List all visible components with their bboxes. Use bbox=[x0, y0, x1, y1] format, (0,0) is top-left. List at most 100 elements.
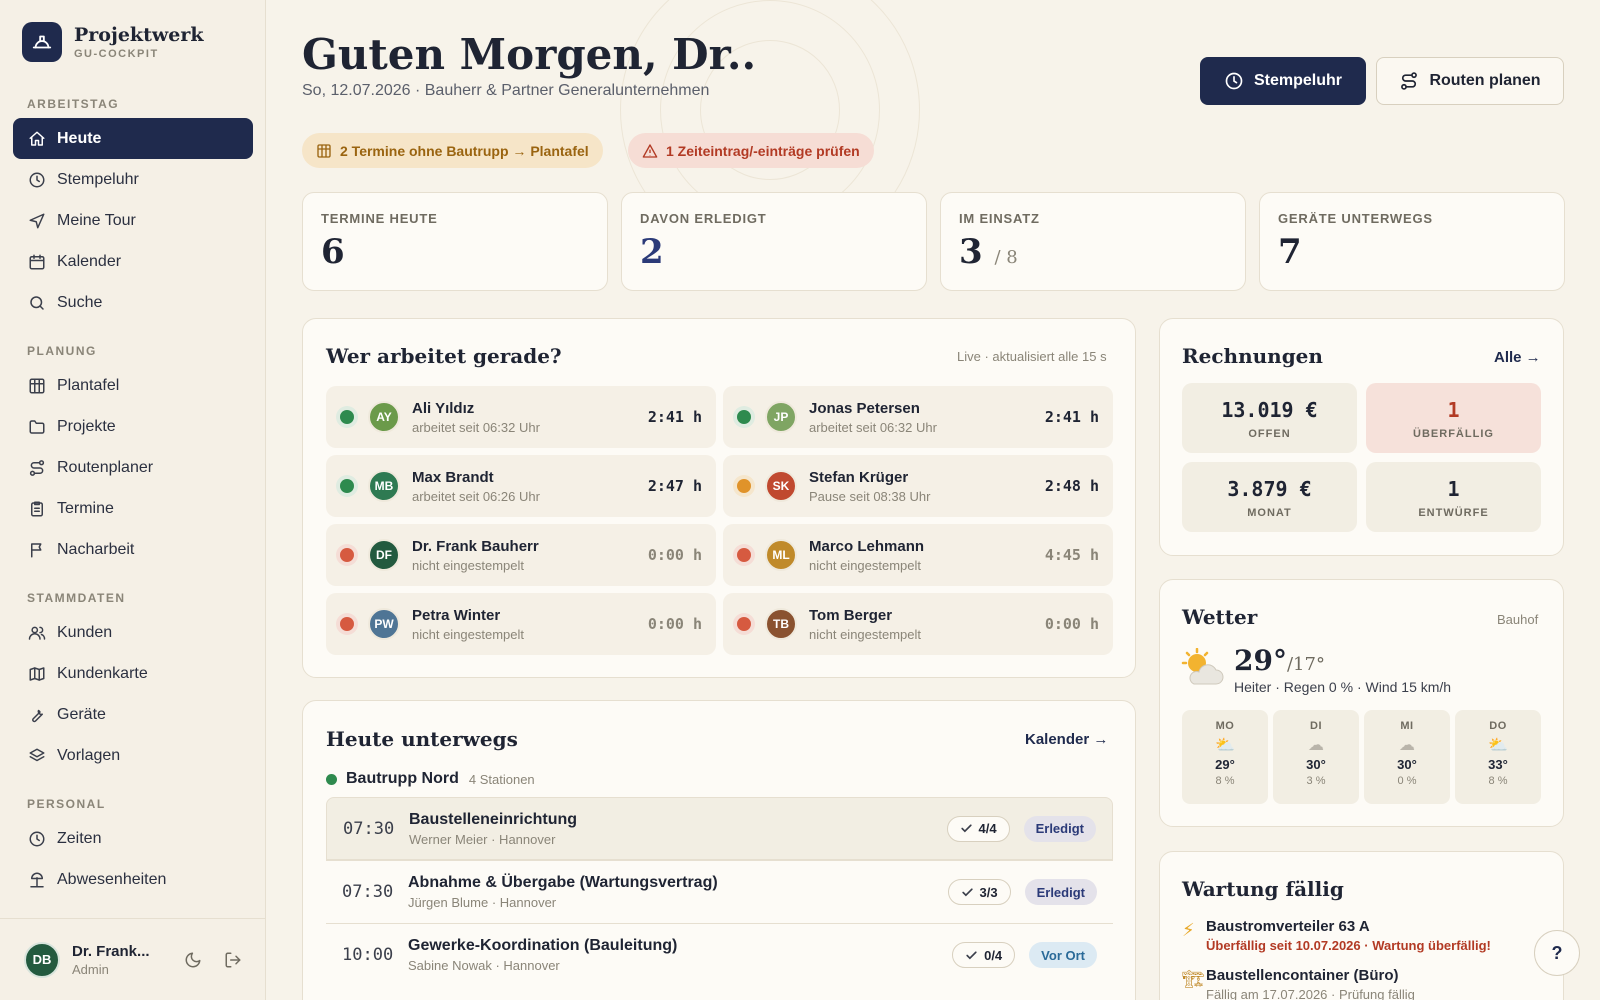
route-stop-row[interactable]: 07:30 Baustelleneinrichtung Werner Meier ·… bbox=[326, 797, 1113, 860]
worker-row[interactable]: TB Tom Berger nicht eingestempelt 0:00 h bbox=[723, 593, 1113, 655]
weather-icon: ☁ bbox=[1399, 737, 1415, 754]
sidebar-item-kundenkarte[interactable]: Kundenkarte bbox=[13, 653, 253, 694]
invoice-drafts[interactable]: 1 ENTWÜRFE bbox=[1366, 462, 1541, 532]
worker-row[interactable]: ML Marco Lehmann nicht eingestempelt 4:45 h bbox=[723, 524, 1113, 586]
sidebar-nav: ARBEITSTAG Heute Stempeluhr Meine Tour Kalen… bbox=[13, 90, 253, 900]
weather-title: Wetter bbox=[1182, 605, 1258, 629]
warning-icon bbox=[642, 143, 658, 158]
forecast-temp: 33° bbox=[1488, 757, 1508, 772]
sidebar-item-label: Abwesenheiten bbox=[57, 870, 167, 888]
forecast-temp: 30° bbox=[1397, 757, 1417, 772]
stop-customer: Jürgen Blume · Hannover bbox=[408, 895, 557, 910]
sidebar-item-meine-tour[interactable]: Meine Tour bbox=[13, 200, 253, 241]
workers-title: Wer arbeitet gerade? bbox=[326, 344, 562, 368]
map-icon bbox=[27, 664, 47, 684]
status-dot bbox=[340, 410, 354, 424]
sidebar-item-kunden[interactable]: Kunden bbox=[13, 612, 253, 653]
sidebar-item-vorlagen[interactable]: Vorlagen bbox=[13, 735, 253, 776]
user-name: Dr. Frank... bbox=[72, 942, 150, 960]
stop-customer: Werner Meier · Hannover bbox=[409, 831, 556, 847]
weather-location: Bauhof bbox=[1497, 612, 1539, 627]
sidebar-item-kalender[interactable]: Kalender bbox=[13, 241, 253, 282]
checklist-pill[interactable]: 0/4 bbox=[952, 942, 1016, 968]
worker-row[interactable]: PW Petra Winter nicht eingestempelt 0:00 h bbox=[326, 593, 716, 655]
worker-row[interactable]: MB Max Brandt arbeitet seit 06:26 Uhr 2:47 … bbox=[326, 455, 716, 517]
invoice-open[interactable]: 13.019 € OFFEN bbox=[1182, 383, 1357, 453]
alert-unassigned-pill[interactable]: 2 Termine ohne Bautrupp → Plantafel bbox=[302, 133, 603, 168]
user-avatar[interactable]: DB bbox=[24, 941, 60, 978]
worker-name: Dr. Frank Bauherr bbox=[412, 537, 539, 555]
worker-row[interactable]: JP Jonas Petersen arbeitet seit 06:32 Uhr 2… bbox=[723, 386, 1113, 448]
invoices-title: Rechnungen bbox=[1182, 344, 1323, 368]
worker-avatar: ML bbox=[765, 539, 797, 571]
maintenance-item[interactable]: 🏗 Baustellencontainer (Büro) Fällig am 17.… bbox=[1182, 967, 1415, 1000]
worker-time: 0:00 h bbox=[647, 546, 702, 564]
clipboard-icon bbox=[27, 499, 47, 519]
worker-status: nicht eingestempelt bbox=[412, 557, 525, 573]
sun-cloud-icon bbox=[1180, 647, 1224, 693]
weather-icon: ☁ bbox=[1308, 737, 1324, 754]
sidebar-item-projekte[interactable]: Projekte bbox=[13, 406, 253, 447]
sidebar-item-routenplaner[interactable]: Routenplaner bbox=[13, 447, 253, 488]
sidebar-item-stempeluhr[interactable]: Stempeluhr bbox=[13, 159, 253, 200]
sidebar-item-nacharbeit[interactable]: Nacharbeit bbox=[13, 529, 253, 570]
routen-planen-button[interactable]: Routen planen bbox=[1376, 57, 1564, 105]
sidebar-item-plantafel[interactable]: Plantafel bbox=[13, 365, 253, 406]
worker-time: 0:00 h bbox=[647, 615, 702, 633]
invoice-overdue[interactable]: 1 ÜBERFÄLLIG bbox=[1366, 383, 1541, 453]
moon-icon[interactable] bbox=[184, 951, 202, 969]
beach-icon bbox=[27, 870, 47, 890]
brand[interactable]: Projektwerk GU-COCKPIT bbox=[22, 22, 204, 62]
sidebar-item-termine[interactable]: Termine bbox=[13, 488, 253, 529]
worker-avatar: SK bbox=[765, 470, 797, 502]
grid-icon bbox=[317, 143, 331, 158]
invoices-all-link[interactable]: Alle → bbox=[1494, 349, 1541, 366]
help-button[interactable]: ? bbox=[1534, 930, 1580, 976]
sidebar-item-zeiten[interactable]: Zeiten bbox=[13, 818, 253, 859]
worker-name: Stefan Krüger bbox=[809, 468, 909, 486]
worker-row[interactable]: DF Dr. Frank Bauherr nicht eingestempelt 0:… bbox=[326, 524, 716, 586]
stempeluhr-button[interactable]: Stempeluhr bbox=[1200, 57, 1366, 105]
maintenance-title: Baustellencontainer (Büro) bbox=[1206, 967, 1399, 984]
grid-icon bbox=[27, 376, 47, 396]
worker-time: 2:47 h bbox=[647, 477, 702, 495]
worker-status: nicht eingestempelt bbox=[809, 626, 922, 642]
sidebar-item-heute[interactable]: Heute bbox=[13, 118, 253, 159]
stop-customer: Sabine Nowak · Hannover bbox=[408, 958, 560, 973]
stat-davon-erledigt[interactable]: DAVON ERLEDIGT 2 bbox=[621, 192, 927, 291]
worker-avatar: DF bbox=[368, 539, 400, 571]
maintenance-due: Fällig am 17.07.2026 · Prüfung fällig bbox=[1206, 987, 1415, 1000]
check-icon bbox=[960, 824, 972, 833]
forecast-day: MO ⛅ 29° 8 % bbox=[1182, 710, 1268, 804]
nav-section-label: PERSONAL bbox=[27, 797, 106, 811]
checklist-pill[interactable]: 3/3 bbox=[947, 879, 1011, 905]
worker-time: 2:41 h bbox=[647, 408, 702, 426]
worker-row[interactable]: AY Ali Yıldız arbeitet seit 06:32 Uhr 2:41 … bbox=[326, 386, 716, 448]
team-status-dot bbox=[326, 773, 337, 785]
alert-time-entries-pill[interactable]: 1 Zeiteintrag/-einträge prüfen bbox=[628, 133, 874, 168]
sidebar-item-geräte[interactable]: Geräte bbox=[13, 694, 253, 735]
stop-time: 07:30 bbox=[342, 882, 394, 902]
stat-im-einsatz[interactable]: IM EINSATZ 3 / 8 bbox=[940, 192, 1246, 291]
weather-description: Heiter · Regen 0 % · Wind 15 km/h bbox=[1234, 679, 1452, 695]
stat-termine-heute[interactable]: TERMINE HEUTE 6 bbox=[302, 192, 608, 291]
stop-status-badge: Vor Ort bbox=[1029, 942, 1097, 968]
checklist-pill[interactable]: 4/4 bbox=[946, 815, 1010, 842]
maintenance-item[interactable]: ⚡ Baustromverteiler 63 A Überfällig seit 1… bbox=[1182, 918, 1491, 953]
invoice-month[interactable]: 3.879 € MONAT bbox=[1182, 462, 1357, 532]
sidebar-item-label: Termine bbox=[57, 499, 114, 517]
stat-geraete-unterwegs[interactable]: GERÄTE UNTERWEGS 7 bbox=[1259, 192, 1565, 291]
sidebar-item-abwesenheiten[interactable]: Abwesenheiten bbox=[13, 859, 253, 900]
route-stop-row[interactable]: 10:00 Gewerke-Koordination (Bauleitung) Sa… bbox=[326, 923, 1113, 986]
forecast-day: DI ☁ 30° 3 % bbox=[1273, 710, 1359, 804]
worker-row[interactable]: SK Stefan Krüger Pause seit 08:38 Uhr 2:48 … bbox=[723, 455, 1113, 517]
worker-time: 0:00 h bbox=[1044, 615, 1099, 633]
worker-time: 2:41 h bbox=[1044, 408, 1099, 426]
sidebar-item-suche[interactable]: Suche bbox=[13, 282, 253, 323]
stop-title: Abnahme & Übergabe (Wartungsvertrag) bbox=[408, 874, 718, 891]
calendar-link[interactable]: Kalender → bbox=[1025, 731, 1108, 748]
logout-icon[interactable] bbox=[224, 951, 242, 969]
route-stop-row[interactable]: 07:30 Abnahme & Übergabe (Wartungsvertrag… bbox=[326, 860, 1113, 923]
maintenance-title: Wartung fällig bbox=[1182, 877, 1344, 901]
team-header[interactable]: Bautrupp Nord 4 Stationen bbox=[326, 770, 535, 788]
